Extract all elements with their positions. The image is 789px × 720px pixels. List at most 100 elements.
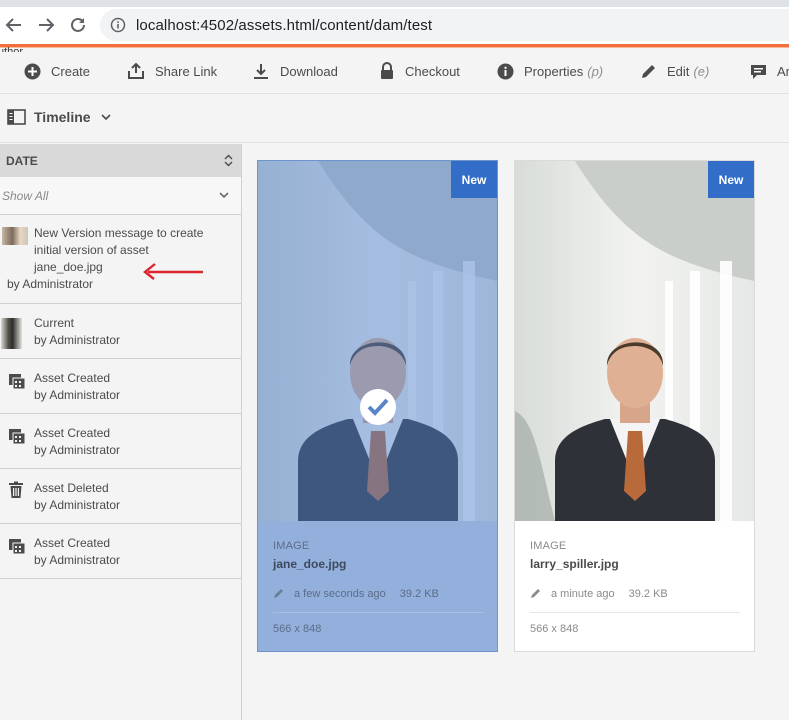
annotate-label: Ar [777,63,789,79]
asset-thumbnail: New [515,161,754,521]
asset-dimensions: 566 x 848 [273,623,322,635]
entry-author: by Administrator [34,443,121,457]
date-header-label: DATE [6,153,38,168]
asset-thumbnail: New [258,161,497,521]
action-toolbar: Create Share Link Download Checkout Prop… [0,52,789,94]
address-bar[interactable]: localhost:4502/assets.html/content/dam/t… [100,9,789,41]
trash-icon [9,481,23,498]
download-icon [254,64,268,79]
entry-author: by Administrator [7,277,94,291]
asset-name: larry_spiller.jpg [530,557,619,571]
asset-card[interactable]: New IMAGE jane_doe.jpg a few seconds ago… [257,160,498,652]
pencil-icon [274,589,283,598]
reload-icon [71,17,85,32]
entry-author: by Administrator [34,388,121,402]
asset-type: IMAGE [273,540,310,552]
date-sort-header[interactable]: DATE [0,144,241,177]
filter-value: Show All [2,188,49,203]
card-meta: IMAGE larry_spiller.jpg a minute ago 39.… [515,521,754,651]
download-label: Download [280,63,338,79]
properties-button[interactable]: Properties (p) [497,60,603,82]
new-badge: New [451,161,497,198]
entry-title: Asset Created [34,371,111,385]
view-bar: Timeline [0,95,789,143]
checkout-button[interactable]: Checkout [379,60,460,82]
entry-title: Asset Deleted [34,481,109,495]
asset-modified: a few seconds ago [294,587,386,600]
timeline-entry[interactable]: New Version message to create initial ve… [0,215,241,304]
timeline-entry[interactable]: Asset Created by Administrator [0,359,241,414]
timeline-rail: DATE Show All New Version message to cre… [0,144,242,720]
url-text: localhost:4502/assets.html/content/dam/t… [136,16,433,34]
create-button[interactable]: Create [24,60,90,82]
accent-stripe-light [0,47,789,48]
timeline-entry[interactable]: Asset Deleted by Administrator [0,469,241,524]
asset-name: jane_doe.jpg [273,557,347,571]
sort-icon [224,154,233,167]
timeline-entry[interactable]: Current by Administrator [0,304,241,359]
thumbnail-icon [2,227,28,245]
timeline-filter-select[interactable]: Show All [0,177,241,215]
chevron-down-icon [219,192,229,199]
pencil-icon [642,64,655,78]
entry-author: by Administrator [34,498,121,512]
browser-bar: localhost:4502/assets.html/content/dam/t… [0,0,789,44]
asset-size: 39.2 KB [399,587,439,600]
timeline-entry[interactable]: Asset Created by Administrator [0,414,241,469]
asset-info-row: a few seconds ago 39.2 KB [273,585,483,613]
chevron-down-icon [100,113,111,120]
share-icon [128,62,144,79]
pencil-icon [531,589,540,598]
entry-title: Asset Created [34,426,111,440]
share-link-button[interactable]: Share Link [127,60,217,82]
asset-image [258,161,497,521]
back-button[interactable] [0,11,28,39]
checkmark-icon [367,398,389,416]
share-link-label: Share Link [155,63,218,79]
entry-author: by Administrator [34,553,121,567]
selected-checkmark [360,389,396,425]
asset-card[interactable]: New IMAGE larry_spiller.jpg a minute ago… [514,160,755,652]
asset-image [515,161,754,521]
film-icon [9,539,26,555]
asset-grid: New IMAGE jane_doe.jpg a few seconds ago… [243,144,789,720]
arrow-right-icon [39,18,55,32]
entry-title-line: initial version of asset [34,243,149,257]
add-circle-icon [24,63,41,79]
asset-dimensions: 566 x 848 [530,623,579,635]
edit-shortcut: (e) [693,63,710,79]
thumbnail-icon [1,318,22,349]
entry-author: by Administrator [34,333,121,347]
asset-size: 39.2 KB [628,587,668,600]
forward-button[interactable] [32,11,60,39]
annotation-arrow [143,263,203,280]
card-meta: IMAGE jane_doe.jpg a few seconds ago 39.… [258,521,497,651]
info-circle-icon [497,63,514,79]
properties-label: Properties [524,63,584,79]
edit-label: Edit [667,63,690,79]
asset-modified: a minute ago [551,587,615,600]
rail-selector[interactable]: Timeline [7,109,111,125]
annotate-button[interactable]: Ar [750,60,789,82]
asset-info-row: a minute ago 39.2 KB [530,585,740,613]
entry-title: Current [34,316,75,330]
film-icon [9,374,26,390]
create-label: Create [51,63,91,79]
arrow-left-icon [5,18,21,32]
download-button[interactable]: Download [252,60,338,82]
rail-selector-label: Timeline [34,109,91,125]
comment-icon [751,64,766,79]
entry-title: Asset Created [34,536,111,550]
properties-shortcut: (p) [587,63,604,79]
info-icon [110,17,126,33]
reload-button[interactable] [64,11,92,39]
checkout-label: Checkout [405,63,460,79]
edit-button[interactable]: Edit (e) [640,60,709,82]
rail-panel-icon [7,109,26,125]
new-badge: New [708,161,754,198]
film-icon [9,429,26,445]
asset-type: IMAGE [530,540,567,552]
entry-title-line: New Version message to create [34,226,204,240]
lock-icon [381,62,393,79]
timeline-entry[interactable]: Asset Created by Administrator [0,524,241,579]
